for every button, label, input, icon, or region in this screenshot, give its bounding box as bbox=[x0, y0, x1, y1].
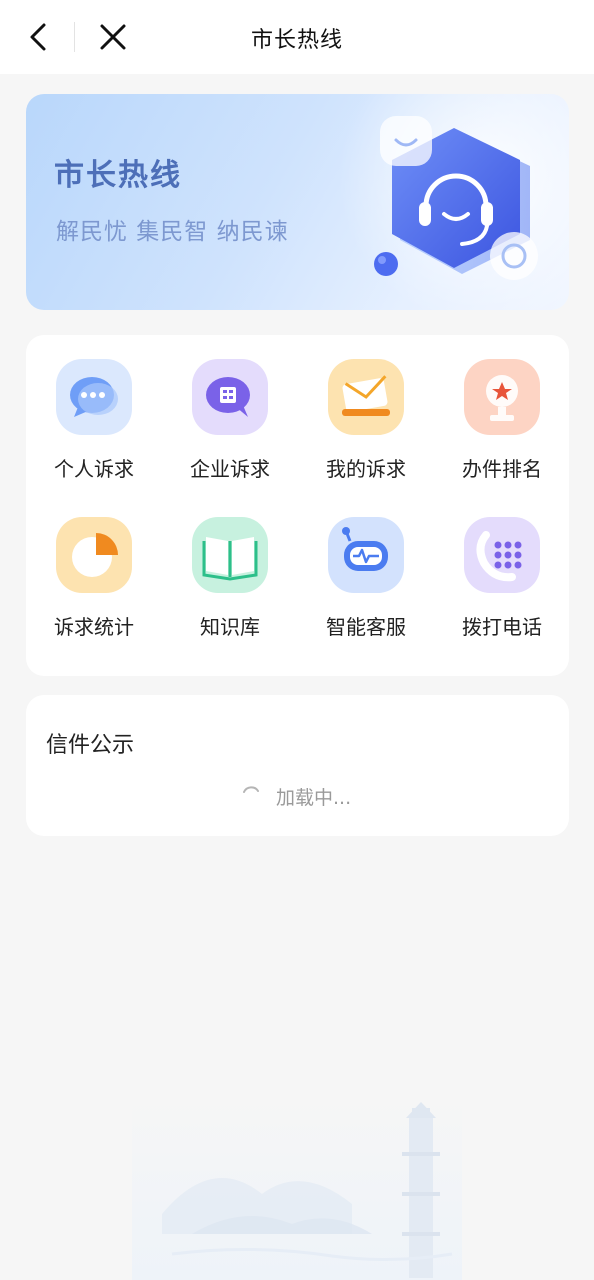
landscape-watermark-icon bbox=[132, 1094, 462, 1280]
loading-indicator: 加载中... bbox=[26, 781, 569, 811]
loading-text: 加载中... bbox=[276, 787, 352, 809]
service-label: 智能客服 bbox=[326, 615, 406, 639]
service-ranking[interactable]: 办件排名 bbox=[434, 359, 570, 499]
service-label: 诉求统计 bbox=[54, 615, 134, 639]
service-label: 拨打电话 bbox=[462, 615, 542, 639]
trophy-icon bbox=[464, 359, 540, 435]
service-personal-request[interactable]: 个人诉求 bbox=[26, 359, 162, 499]
pie-chart-icon bbox=[56, 517, 132, 593]
envelope-icon bbox=[328, 359, 404, 435]
page-title: 市长热线 bbox=[250, 28, 343, 53]
service-knowledge-base[interactable]: 知识库 bbox=[162, 517, 298, 657]
phone-keypad-icon bbox=[464, 517, 540, 593]
banner-title: 市长热线 bbox=[54, 158, 182, 193]
service-label: 知识库 bbox=[200, 615, 260, 639]
service-enterprise-request[interactable]: 企业诉求 bbox=[162, 359, 298, 499]
service-my-request[interactable]: 我的诉求 bbox=[298, 359, 434, 499]
book-icon bbox=[192, 517, 268, 593]
enterprise-chat-icon bbox=[192, 359, 268, 435]
service-label: 办件排名 bbox=[462, 457, 542, 481]
service-label: 我的诉求 bbox=[326, 457, 406, 481]
robot-icon bbox=[328, 517, 404, 593]
service-label: 企业诉求 bbox=[190, 457, 270, 481]
service-label: 个人诉求 bbox=[54, 457, 134, 481]
hotline-banner[interactable]: 市长热线 解民忧 集民智 纳民谏 bbox=[26, 94, 569, 310]
service-statistics[interactable]: 诉求统计 bbox=[26, 517, 162, 657]
service-grid: 个人诉求 企业诉求 我的诉求 办件排名 诉求统计 知识库 智能客服 拨打电话 bbox=[26, 335, 569, 676]
top-nav-bar: 市长热线 bbox=[0, 0, 594, 74]
service-smart-support[interactable]: 智能客服 bbox=[298, 517, 434, 657]
banner-slogan: 解民忧 集民智 纳民谏 bbox=[56, 219, 289, 245]
chat-bubble-icon bbox=[56, 359, 132, 435]
letters-title: 信件公示 bbox=[46, 733, 135, 758]
spinner-icon bbox=[243, 786, 259, 793]
service-call-phone[interactable]: 拨打电话 bbox=[434, 517, 570, 657]
headset-hexagon-icon bbox=[374, 116, 538, 280]
letters-public-card: 信件公示 加载中... bbox=[26, 695, 569, 836]
